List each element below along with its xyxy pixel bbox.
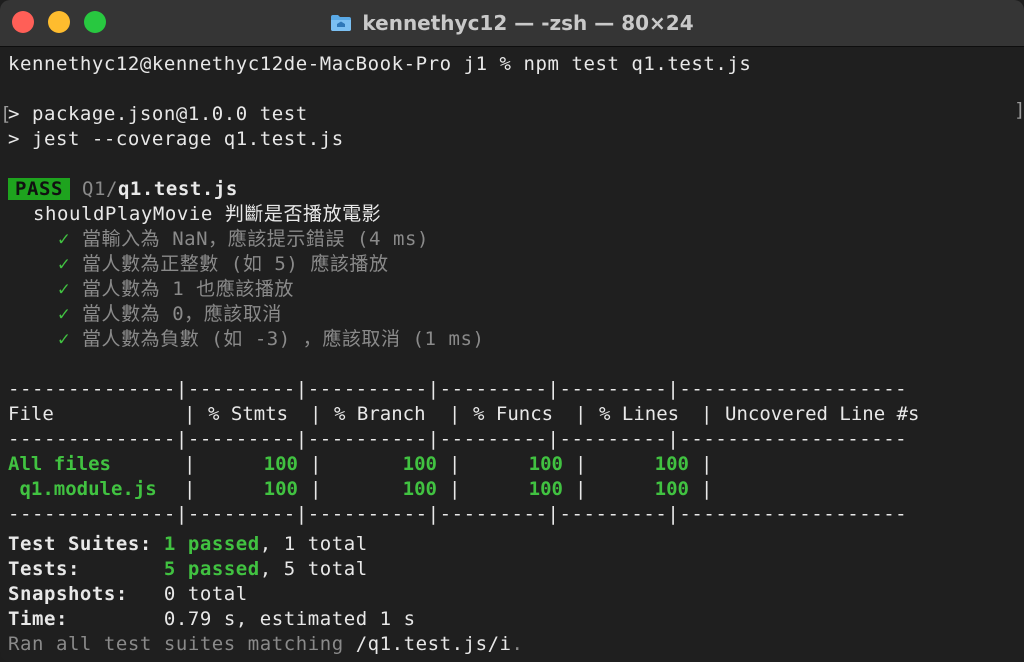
pass-badge: PASS [8, 178, 70, 200]
check-icon: ✓ [58, 278, 70, 300]
test-case-label: 當人數為 0，應該取消 [82, 303, 282, 325]
summary-passed: 5 passed [163, 558, 260, 580]
coverage-header-row: File | % Stmts | % Branch | % Funcs | % … [8, 403, 920, 425]
summary-total: , 5 total [259, 558, 368, 580]
test-dir: Q1/ [81, 178, 118, 200]
test-case-label: 當人數為正整數 (如 5) 應該播放 [82, 253, 389, 275]
coverage-file: q1.module.js [8, 478, 157, 500]
coverage-branch: 100 [402, 453, 437, 475]
coverage-row: q1.module.js | 100 | 100 | 100 | 100 | [8, 478, 713, 500]
prompt-line: kennethyc12@kennethyc12de-MacBook-Pro j1… [8, 53, 752, 75]
col-header-lines: % Lines [599, 403, 680, 425]
coverage-funcs: 100 [528, 478, 563, 500]
test-case-label: 當輸入為 NaN，應該提示錯誤 (4 ms) [82, 228, 429, 250]
summary-value: 0.79 s, estimated 1 s [163, 608, 416, 630]
check-icon: ✓ [58, 328, 70, 350]
coverage-separator: --------------|---------|----------|----… [8, 378, 908, 400]
window-title-group: kennethyc12 — -zsh — 80×24 [0, 0, 1024, 46]
describe-block: shouldPlayMovie 判斷是否播放電影 [33, 203, 382, 225]
coverage-row: All files | 100 | 100 | 100 | 100 | [8, 453, 713, 475]
home-folder-icon [330, 14, 352, 32]
col-header-file: File [8, 403, 54, 425]
title-bar[interactable]: kennethyc12 — -zsh — 80×24 [0, 0, 1024, 47]
summary-label: Time: [8, 608, 68, 630]
col-header-stmts: % Stmts [208, 403, 289, 425]
summary-label: Test Suites: [8, 533, 152, 555]
coverage-stmts: 100 [263, 478, 298, 500]
test-case: ✓ 當人數為負數 (如 -3) ，應該取消 (1 ms) [58, 327, 484, 352]
summary-ran-all: Ran all test suites matching /q1.test.js… [8, 632, 524, 657]
npm-script-line-2: > jest --coverage q1.test.js [8, 128, 344, 150]
col-header-funcs: % Funcs [473, 403, 554, 425]
terminal-window: kennethyc12 — -zsh — 80×24 [ ] kennethyc… [0, 0, 1024, 662]
window-title: kennethyc12 — -zsh — 80×24 [362, 11, 694, 35]
mark-bracket-right: ] [1014, 99, 1024, 121]
coverage-stmts: 100 [263, 453, 298, 475]
test-case-label: 當人數為負數 (如 -3) ，應該取消 (1 ms) [82, 328, 485, 350]
ran-pattern: /q1.test.js/i [355, 633, 512, 655]
test-result-header: PASS Q1/q1.test.js [8, 177, 238, 202]
check-icon: ✓ [58, 303, 70, 325]
check-icon: ✓ [58, 228, 70, 250]
summary-test-suites: Test Suites: 1 passed, 1 total [8, 532, 368, 557]
ran-suffix: . [511, 633, 524, 655]
coverage-branch: 100 [402, 478, 437, 500]
coverage-lines: 100 [654, 478, 689, 500]
summary-label: Snapshots: [8, 583, 128, 605]
col-header-branch: % Branch [334, 403, 426, 425]
summary-passed: 1 passed [163, 533, 260, 555]
summary-total: , 1 total [259, 533, 368, 555]
col-header-uncovered: Uncovered Line #s [725, 403, 920, 425]
coverage-separator: --------------|---------|----------|----… [8, 428, 908, 450]
terminal-output[interactable]: [ ] kennethyc12@kennethyc12de-MacBook-Pr… [0, 47, 1024, 662]
test-case: ✓ 當人數為正整數 (如 5) 應該播放 [58, 252, 389, 277]
ran-prefix: Ran all test suites matching [8, 633, 356, 655]
test-case: ✓ 當輸入為 NaN，應該提示錯誤 (4 ms) [58, 227, 429, 252]
test-case: ✓ 當人數為 1 也應該播放 [58, 277, 294, 302]
summary-value: 0 total [163, 583, 248, 605]
coverage-separator: --------------|---------|----------|----… [8, 503, 908, 525]
coverage-lines: 100 [654, 453, 689, 475]
npm-script-line-1: > package.json@1.0.0 test [8, 103, 308, 125]
summary-tests: Tests: 5 passed, 5 total [8, 557, 368, 582]
test-case: ✓ 當人數為 0，應該取消 [58, 302, 282, 327]
summary-snapshots: Snapshots: 0 total [8, 582, 248, 607]
coverage-file: All files [8, 453, 111, 475]
summary-label: Tests: [8, 558, 80, 580]
check-icon: ✓ [58, 253, 70, 275]
test-file: q1.test.js [117, 178, 238, 200]
test-case-label: 當人數為 1 也應該播放 [82, 278, 294, 300]
coverage-funcs: 100 [528, 453, 563, 475]
summary-time: Time: 0.79 s, estimated 1 s [8, 607, 416, 632]
